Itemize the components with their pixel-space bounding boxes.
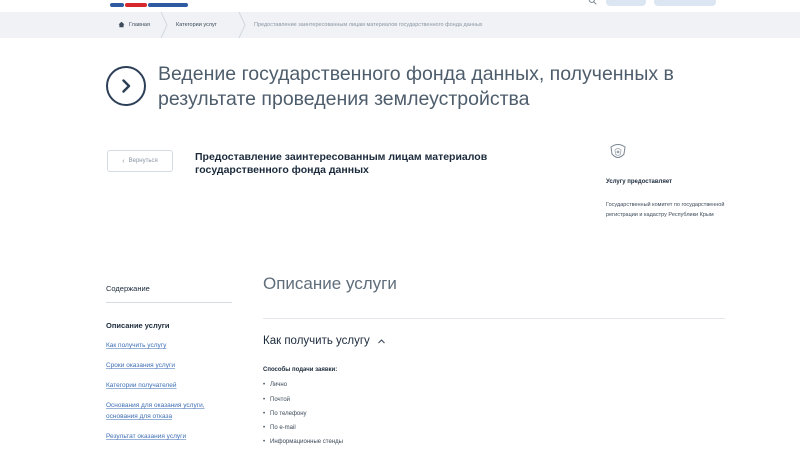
- how-to-get-toggle[interactable]: Как получить услугу: [263, 335, 386, 347]
- breadcrumb-categories[interactable]: Категории услуг: [176, 12, 217, 38]
- breadcrumb-home[interactable]: Главная: [118, 12, 150, 38]
- toc-divider: [106, 302, 232, 303]
- search-icon[interactable]: [588, 0, 598, 5]
- method-item: По e-mail: [263, 425, 296, 431]
- method-item: Почтой: [263, 397, 290, 403]
- method-item: Информационные стенды: [263, 439, 343, 445]
- provider-label: Услугу предоставляет: [606, 179, 673, 185]
- breadcrumb-home-label: Главная: [129, 22, 150, 28]
- toc-link-recipients[interactable]: Категории получателей: [106, 380, 177, 391]
- site-header: [0, 0, 800, 8]
- site-logo[interactable]: [110, 0, 206, 7]
- section-title: Описание услуги: [263, 274, 397, 293]
- toc-link-result[interactable]: Результат оказания услуги: [106, 431, 186, 442]
- service-title: Предоставление заинтересованным лицам ма…: [195, 151, 488, 176]
- breadcrumb-separator: [238, 12, 246, 38]
- breadcrumb-separator: [160, 12, 168, 38]
- toc-item-description[interactable]: Описание услуги: [106, 321, 170, 330]
- how-to-get-label: Как получить услугу: [263, 335, 370, 347]
- back-button[interactable]: ‹ Вернуться: [107, 150, 173, 172]
- provider-name: Государственный комитет по государственн…: [606, 202, 725, 218]
- coat-of-arms-icon: [607, 141, 629, 163]
- back-button-label: Вернуться: [128, 158, 158, 164]
- section-divider: [263, 318, 725, 319]
- method-item: Лично: [263, 382, 287, 388]
- methods-label: Способы подачи заявки:: [263, 367, 338, 373]
- toc-link-terms[interactable]: Сроки оказания услуги: [106, 360, 175, 371]
- toc-link-how-to-get[interactable]: Как получить услугу: [106, 340, 166, 351]
- home-icon: [118, 21, 125, 30]
- chevron-left-icon: ‹: [122, 157, 125, 165]
- chevron-up-icon: [377, 337, 386, 346]
- header-button[interactable]: [606, 0, 646, 6]
- breadcrumb-current: Предоставление заинтересованным лицам ма…: [254, 22, 483, 28]
- toc-link-grounds[interactable]: Основания для оказания услуги,: [106, 400, 205, 411]
- category-arrow-icon: [106, 66, 146, 106]
- method-item: По телефону: [263, 411, 306, 417]
- breadcrumb: Главная Категории услуг Предоставление з…: [0, 12, 800, 38]
- header-login-button[interactable]: [654, 0, 716, 6]
- page-title: Ведение государственного фонда данных, п…: [158, 63, 674, 110]
- toc-link-grounds-refusal[interactable]: основания для отказа: [106, 411, 172, 422]
- toc-heading: Содержание: [106, 284, 150, 293]
